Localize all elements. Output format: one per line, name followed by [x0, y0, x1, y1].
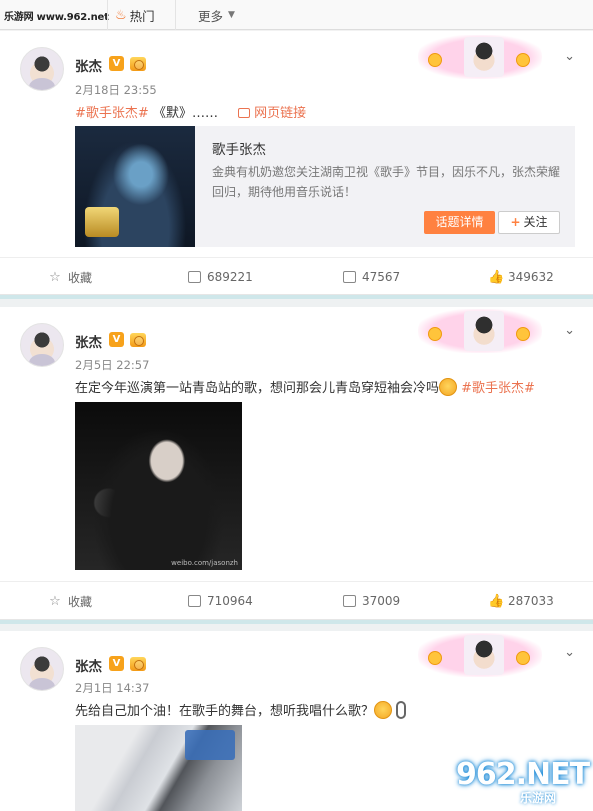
topic-detail-button[interactable]: 话题详情	[424, 211, 495, 234]
image-watermark: weibo.com/jasonzh	[171, 559, 238, 567]
forward-count: 689221	[207, 270, 253, 284]
like-button[interactable]: 👍 287033	[488, 582, 554, 620]
post-card: 张杰 V 2月5日 22:57 ⌄ 在定今年巡演第一站青岛站的歌，想问那会儿青岛…	[0, 307, 593, 620]
card-separator	[0, 620, 593, 631]
emoji-icon	[428, 327, 442, 341]
flame-icon: ♨	[115, 7, 127, 23]
emoji-icon	[428, 651, 442, 665]
comment-button[interactable]: 37009	[343, 582, 400, 620]
microphone-icon	[396, 701, 407, 719]
thumbs-up-icon: 👍	[488, 593, 505, 609]
verified-badge: V	[109, 656, 124, 671]
post-text-body: 先给自己加个油！在歌手的舞台，想听我唱什么歌？	[75, 704, 375, 719]
card-separator	[0, 295, 593, 307]
forward-button[interactable]: 710964	[188, 582, 253, 620]
hashtag-link[interactable]: #歌手张杰#	[461, 381, 535, 396]
like-button[interactable]: 👍 349632	[488, 258, 554, 296]
post-text-body: 在定今年巡演第一站青岛站的歌，想问那会儿青岛穿短袖会冷吗	[75, 381, 440, 396]
star-icon: ☆	[49, 593, 61, 609]
topic-description: 金典有机奶邀您关注湖南卫视《歌手》节目，因乐不凡，张杰荣耀回归，期待他用音乐说话…	[212, 165, 561, 199]
verified-badge: V	[109, 56, 124, 71]
chevron-down-icon: ▼	[228, 10, 235, 20]
emoji-icon	[428, 53, 442, 67]
favorite-label: 收藏	[68, 594, 93, 609]
star-icon: ☆	[49, 269, 61, 285]
post-card: 张杰 V 2月18日 23:55 ⌄ #歌手张杰# 《默》…… 网页链接 歌手张…	[0, 31, 593, 295]
member-level-icon	[130, 57, 146, 71]
comment-icon	[343, 595, 356, 607]
favorite-button[interactable]: ☆ 收藏	[48, 258, 92, 296]
favorite-button[interactable]: ☆ 收藏	[48, 582, 92, 620]
post-time[interactable]: 2月1日 14:37	[75, 680, 149, 696]
username[interactable]: 张杰	[75, 655, 102, 675]
post-text: 先给自己加个油！在歌手的舞台，想听我唱什么歌？	[75, 700, 407, 719]
post-menu-chevron-icon[interactable]: ⌄	[564, 323, 575, 338]
forward-button[interactable]: 689221	[188, 258, 253, 296]
banner-portrait	[464, 311, 504, 351]
comment-count: 37009	[362, 594, 401, 608]
post-actions: ☆ 收藏 710964 37009 👍 287033	[0, 581, 593, 619]
avatar[interactable]	[20, 647, 64, 691]
watermark-bottom-right: 962.NET 乐游网	[450, 755, 590, 809]
username[interactable]: 张杰	[75, 55, 102, 75]
plus-icon: +	[510, 215, 521, 229]
member-level-icon	[130, 657, 146, 671]
link-icon	[238, 108, 251, 118]
banner-portrait	[464, 37, 504, 77]
watermark-site-name: 乐游网	[520, 791, 557, 805]
username[interactable]: 张杰	[75, 331, 102, 351]
post-text-body: 《默》……	[152, 106, 218, 121]
tab-more[interactable]: 更多 ▼	[198, 0, 235, 30]
post-actions: ☆ 收藏 689221 47567 👍 349632	[0, 257, 593, 295]
post-image[interactable]: weibo.com/jasonzh	[75, 402, 242, 570]
banner-portrait	[464, 635, 504, 675]
decoration-banner	[418, 633, 542, 677]
forward-icon	[188, 595, 201, 607]
comment-count: 47567	[362, 270, 401, 284]
thumbs-up-icon: 👍	[488, 269, 505, 285]
topic-card[interactable]: 歌手张杰 金典有机奶邀您关注湖南卫视《歌手》节目，因乐不凡，张杰荣耀回归，期待他…	[75, 126, 575, 247]
watermark-logo-text: 962.NET	[456, 757, 590, 792]
avatar[interactable]	[20, 323, 64, 367]
favorite-label: 收藏	[68, 270, 93, 285]
tab-more-label: 更多	[198, 8, 224, 24]
avatar[interactable]	[20, 47, 64, 91]
shy-emoji-icon	[439, 378, 458, 396]
verified-badge: V	[109, 332, 124, 347]
tab-hot[interactable]: ♨ 热门	[107, 0, 176, 30]
post-time[interactable]: 2月18日 23:55	[75, 82, 157, 98]
like-count: 287033	[508, 594, 554, 608]
follow-button[interactable]: + 关注	[498, 211, 560, 234]
decoration-banner	[418, 309, 542, 353]
topic-image	[75, 126, 195, 247]
tab-hot-label: 热门	[129, 8, 155, 24]
post-image[interactable]	[75, 725, 242, 811]
emoji-icon	[516, 327, 530, 341]
watermark-top-left: 乐游网 www.962.net	[4, 12, 109, 23]
emoji-icon	[516, 53, 530, 67]
post-text: #歌手张杰# 《默》…… 网页链接	[75, 102, 306, 121]
member-level-icon	[130, 333, 146, 347]
follow-button-label: 关注	[523, 215, 548, 229]
post-time[interactable]: 2月5日 22:57	[75, 357, 149, 373]
post-menu-chevron-icon[interactable]: ⌄	[564, 49, 575, 64]
emoji-icon	[516, 651, 530, 665]
hashtag-link[interactable]: #歌手张杰#	[75, 106, 149, 121]
like-count: 349632	[508, 270, 554, 284]
decoration-banner	[418, 35, 542, 79]
topic-title[interactable]: 歌手张杰	[212, 138, 266, 158]
forward-count: 710964	[207, 594, 253, 608]
shush-emoji-icon	[374, 701, 393, 719]
top-nav-bar: 乐游网 www.962.net ♨ 热门 更多 ▼	[0, 0, 593, 30]
comment-button[interactable]: 47567	[343, 258, 400, 296]
comment-icon	[343, 271, 356, 283]
forward-icon	[188, 271, 201, 283]
post-text: 在定今年巡演第一站青岛站的歌，想问那会儿青岛穿短袖会冷吗 #歌手张杰#	[75, 377, 535, 396]
web-link[interactable]: 网页链接	[254, 106, 306, 121]
show-logo	[85, 207, 119, 237]
post-menu-chevron-icon[interactable]: ⌄	[564, 645, 575, 660]
